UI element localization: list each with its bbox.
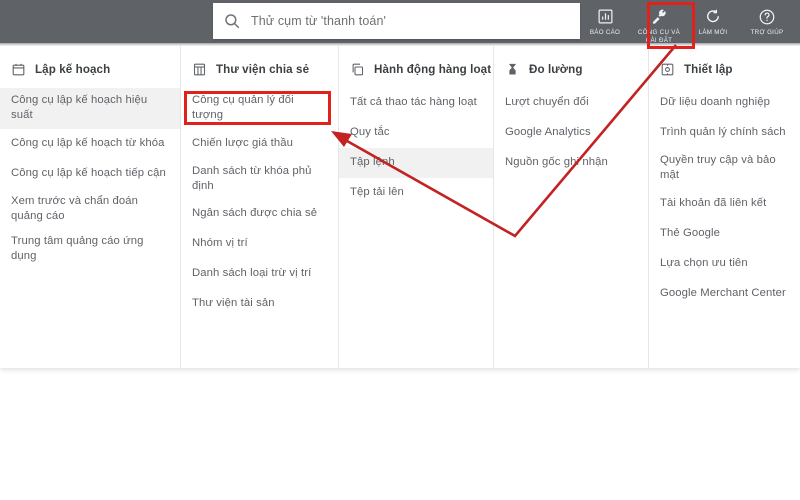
menu-item-all-bulk-actions[interactable]: Tất cả thao tác hàng loạt [339,88,493,118]
menu-item-business-data[interactable]: Dữ liệu doanh nghiệp [649,88,800,118]
library-grid-icon [192,62,207,77]
menu-item-app-advertising-hub[interactable]: Trung tâm quảng cáo ứng dụng [0,229,180,270]
menu-item-preferences[interactable]: Lựa chọn ưu tiên [649,249,800,279]
app-root: Thử cụm từ 'thanh toán' BÁO CÁO CÔNG CỤ … [0,0,800,500]
column-title: Lập kế hoạch [35,62,111,76]
top-toolbar: Thử cụm từ 'thanh toán' BÁO CÁO CÔNG CỤ … [0,0,800,45]
tools-and-settings-button[interactable]: CÔNG CỤ VÀ CÀI ĐẶT [632,2,686,45]
refresh-label: LÀM MỚI [698,29,728,36]
bar-chart-box-icon [597,7,614,26]
menu-item-list: Tất cả thao tác hàng loạt Quy tắc Tập lệ… [339,88,493,208]
menu-item-placement-exclusion-lists[interactable]: Danh sách loại trừ vị trí [181,259,338,289]
menu-item-uploads[interactable]: Tệp tải lên [339,178,493,208]
menu-item-shared-budgets[interactable]: Ngân sách được chia sẻ [181,199,338,229]
copy-stack-icon [350,62,365,77]
help-circle-icon [758,7,776,26]
menu-item-keyword-planner[interactable]: Công cụ lập kế hoạch từ khóa [0,129,180,159]
menu-column-measurement: Đo lường Lượt chuyển đổi Google Analytic… [493,46,648,368]
menu-column-shared-library: Thư viện chia sẻ Công cụ quản lý đối tượ… [180,46,338,368]
menu-item-attribution[interactable]: Nguồn gốc ghi nhận [494,148,648,178]
menu-item-linked-accounts[interactable]: Tài khoản đã liên kết [649,189,800,219]
menu-item-list: Lượt chuyển đổi Google Analytics Nguồn g… [494,88,648,178]
column-header: Thư viện chia sẻ [181,56,338,82]
column-header: Lập kế hoạch [0,56,180,82]
menu-item-google-merchant-center[interactable]: Google Merchant Center [649,279,800,309]
hourglass-icon [505,62,520,77]
reports-button[interactable]: BÁO CÁO [578,2,632,42]
column-title: Hành động hàng loạt [374,62,492,76]
search-icon [223,12,241,30]
menu-item-access-and-security[interactable]: Quyền truy cập và bảo mật [649,148,800,189]
menu-item-reach-planner[interactable]: Công cụ lập kế hoạch tiếp cận [0,159,180,189]
settings-frame-icon [660,62,675,77]
search-input-placeholder[interactable]: Thử cụm từ 'thanh toán' [251,14,386,28]
reports-label: BÁO CÁO [589,29,621,36]
menu-item-scripts[interactable]: Tập lệnh [339,148,493,178]
refresh-button[interactable]: LÀM MỚI [686,2,740,42]
tools-and-settings-menu: Lập kế hoạch Công cụ lập kế hoạch hiệu s… [0,46,800,368]
menu-item-ad-preview-diagnosis[interactable]: Xem trước và chẩn đoán quảng cáo [0,189,180,230]
menu-item-performance-planner[interactable]: Công cụ lập kế hoạch hiệu suất [0,88,180,129]
menu-item-policy-manager[interactable]: Trình quản lý chính sách [649,118,800,148]
refresh-icon [704,7,722,26]
menu-item-negative-keyword-lists[interactable]: Danh sách từ khóa phủ định [181,159,338,200]
column-title: Đo lường [529,62,583,76]
column-title: Thư viện chia sẻ [216,62,310,76]
menu-item-audience-manager[interactable]: Công cụ quản lý đối tượng [181,88,338,129]
menu-item-asset-library[interactable]: Thư viện tài sản [181,289,338,319]
help-button[interactable]: TRỢ GIÚP [740,2,794,42]
column-header: Đo lường [494,56,648,82]
column-header: Hành động hàng loạt [339,56,493,82]
calendar-icon [11,62,26,77]
menu-column-planning: Lập kế hoạch Công cụ lập kế hoạch hiệu s… [0,46,180,368]
menu-item-list: Công cụ lập kế hoạch hiệu suất Công cụ l… [0,88,180,270]
menu-item-list: Dữ liệu doanh nghiệp Trình quản lý chính… [649,88,800,309]
menu-item-rules[interactable]: Quy tắc [339,118,493,148]
menu-item-list: Công cụ quản lý đối tượng Chiến lược giá… [181,88,338,319]
menu-column-setup: Thiết lập Dữ liệu doanh nghiệp Trình quả… [648,46,800,368]
menu-column-bulk-actions: Hành động hàng loạt Tất cả thao tác hàng… [338,46,493,368]
column-header: Thiết lập [649,56,800,82]
menu-item-google-analytics[interactable]: Google Analytics [494,118,648,148]
toolbar-actions: BÁO CÁO CÔNG CỤ VÀ CÀI ĐẶT LÀM MỚI TRỢ G… [578,2,794,45]
menu-item-conversions[interactable]: Lượt chuyển đổi [494,88,648,118]
menu-columns: Lập kế hoạch Công cụ lập kế hoạch hiệu s… [0,46,800,368]
help-label: TRỢ GIÚP [750,29,784,36]
menu-item-placement-groups[interactable]: Nhóm vị trí [181,229,338,259]
menu-item-bid-strategies[interactable]: Chiến lược giá thầu [181,129,338,159]
search-box[interactable]: Thử cụm từ 'thanh toán' [213,3,580,39]
menu-item-google-tag[interactable]: Thẻ Google [649,219,800,249]
wrench-icon [650,7,668,26]
column-title: Thiết lập [684,62,733,76]
